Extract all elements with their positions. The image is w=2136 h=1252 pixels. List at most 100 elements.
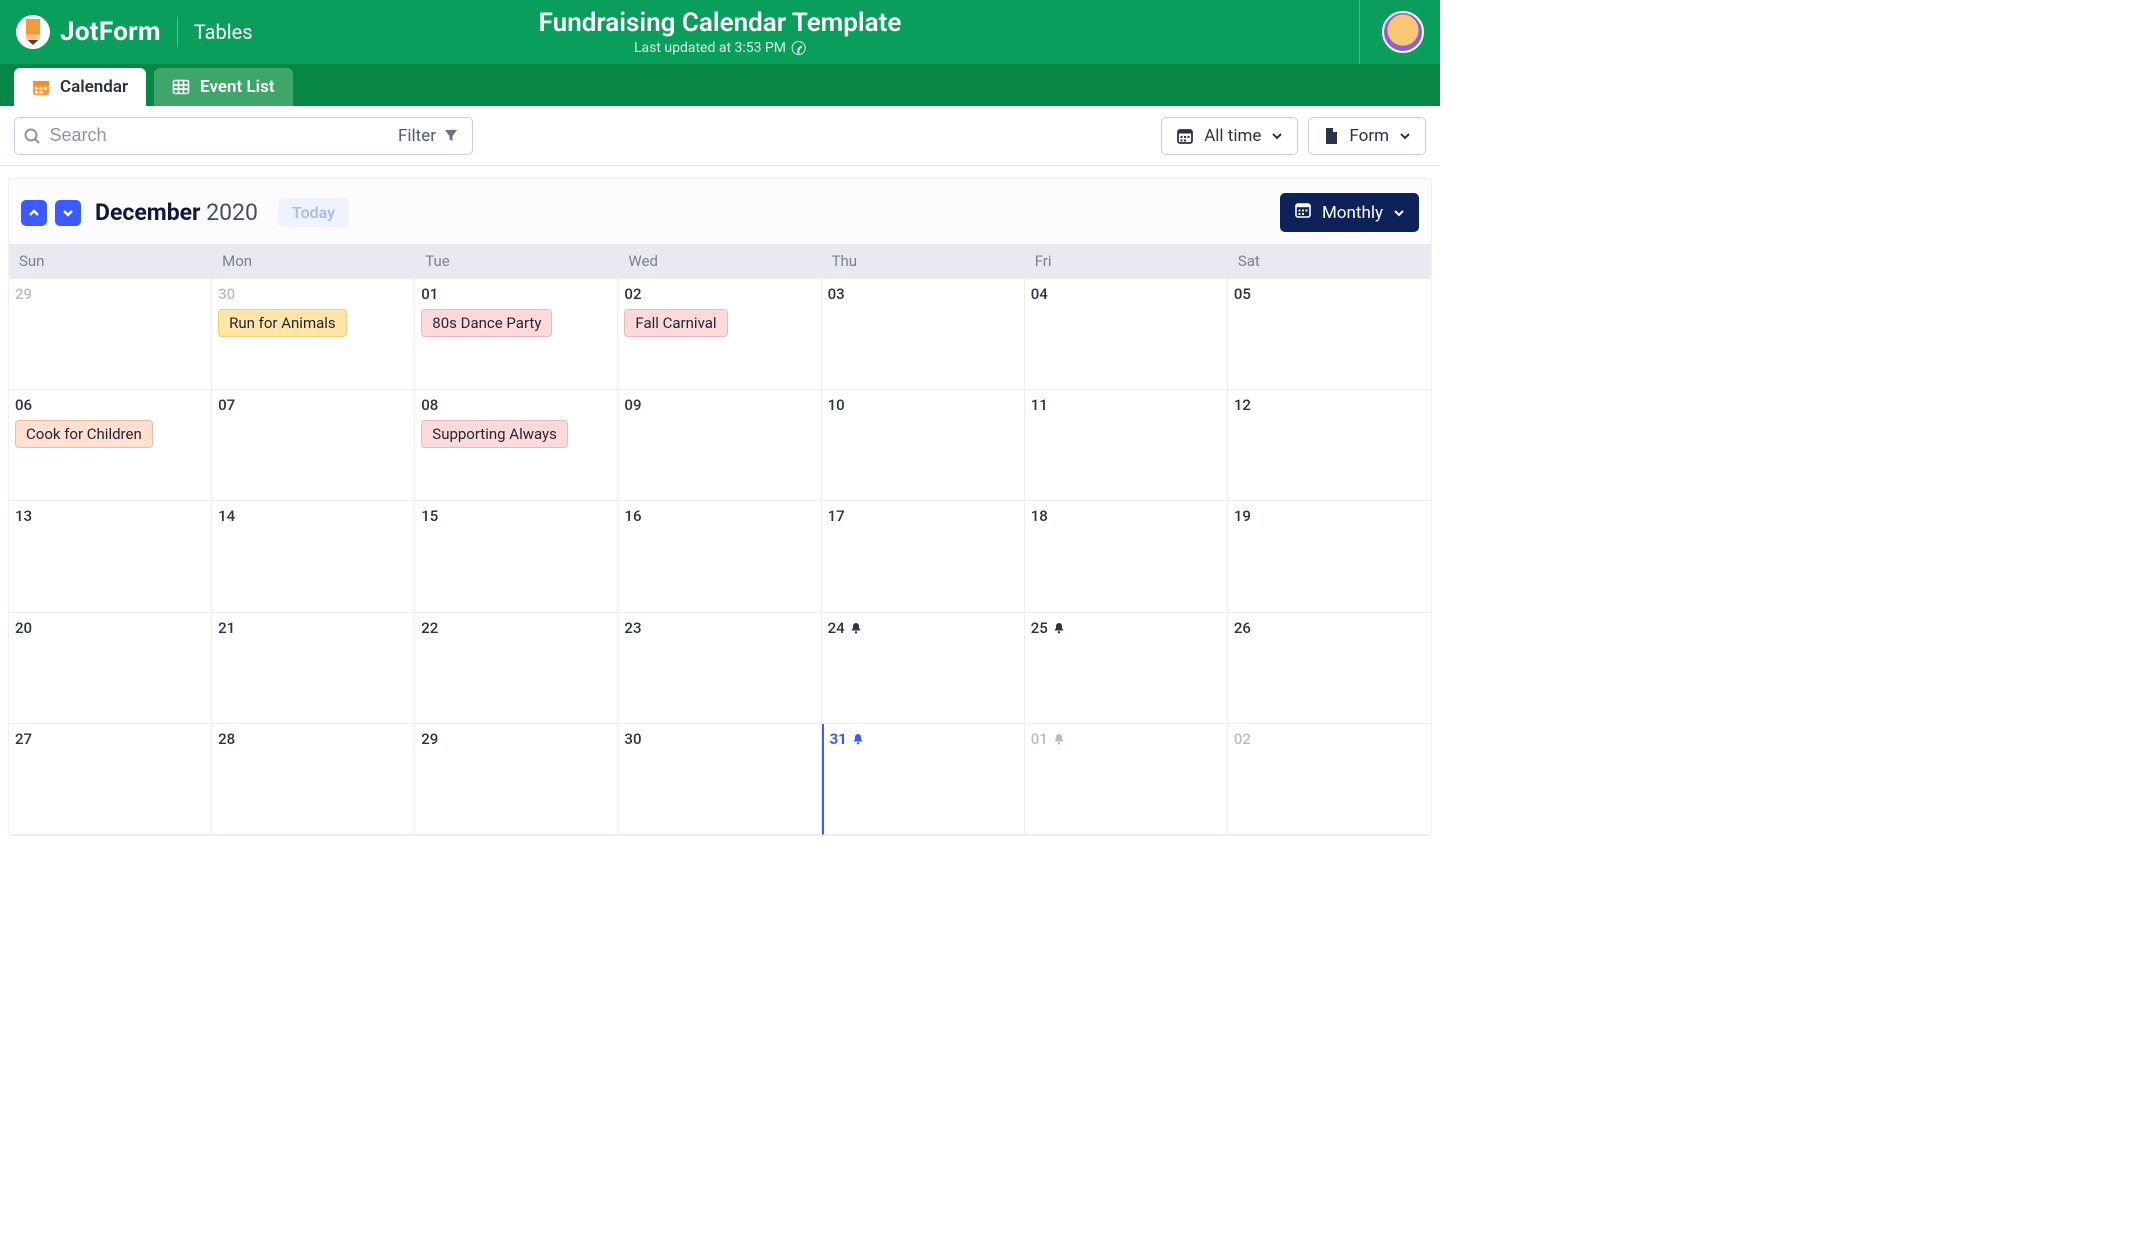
bell-icon: [1053, 622, 1065, 634]
day-number: 01: [421, 285, 611, 303]
day-number: 15: [421, 507, 611, 525]
day-number: 24: [828, 619, 1018, 637]
calendar-cell[interactable]: 30Run for Animals: [212, 279, 415, 390]
day-number: 18: [1031, 507, 1221, 525]
next-month-button[interactable]: [55, 200, 81, 226]
calendar-cell[interactable]: 24: [822, 613, 1025, 724]
divider: [1359, 0, 1360, 64]
calendar-event[interactable]: 80s Dance Party: [421, 309, 552, 337]
search-field[interactable]: [14, 117, 389, 155]
table-icon: [172, 78, 190, 96]
calendar-cell[interactable]: 03: [822, 279, 1025, 390]
day-number: 28: [218, 730, 408, 748]
tab-event-list[interactable]: Event List: [154, 68, 292, 106]
search-input[interactable]: [49, 118, 388, 154]
doc-title[interactable]: Fundraising Calendar Template: [539, 8, 902, 38]
calendar-cell[interactable]: 29: [415, 724, 618, 835]
calendar-cell[interactable]: 12: [1228, 390, 1431, 501]
day-number: 27: [15, 730, 205, 748]
tab-label: Calendar: [60, 77, 128, 97]
day-number: 04: [1031, 285, 1221, 303]
app-header: JotForm Tables Fundraising Calendar Temp…: [0, 0, 1440, 64]
calendar-cell[interactable]: 01: [1025, 724, 1228, 835]
calendar-cell[interactable]: 09: [618, 390, 821, 501]
day-number: 08: [421, 396, 611, 414]
calendar-cell[interactable]: 29: [9, 279, 212, 390]
prev-month-button[interactable]: [21, 200, 47, 226]
month-year-label: December 2020: [95, 199, 258, 226]
calendar-cell[interactable]: 21: [212, 613, 415, 724]
day-number: 29: [15, 285, 205, 303]
calendar-cell[interactable]: 28: [212, 724, 415, 835]
calendar-cell[interactable]: 27: [9, 724, 212, 835]
calendar-header: December 2020 Today Monthly: [9, 179, 1431, 244]
calendar-grid: 2930Run for Animals0180s Dance Party02Fa…: [9, 278, 1431, 835]
calendar-cell[interactable]: 16: [618, 501, 821, 612]
calendar-cell[interactable]: 02 Fall Carnival: [618, 279, 821, 390]
day-number: 09: [624, 396, 814, 414]
calendar-event[interactable]: Run for Animals: [218, 309, 347, 337]
chevron-down-icon: [1399, 130, 1411, 142]
calendar-cell[interactable]: 08 Supporting Always: [415, 390, 618, 501]
clock-icon: [792, 41, 806, 55]
day-number: 31: [830, 730, 1018, 748]
weekday: Wed: [618, 244, 821, 278]
date-range-label: All time: [1204, 126, 1261, 146]
day-number: 12: [1234, 396, 1425, 414]
view-mode-button[interactable]: Monthly: [1280, 193, 1419, 232]
calendar-cell[interactable]: 15: [415, 501, 618, 612]
calendar-cell[interactable]: 11: [1025, 390, 1228, 501]
calendar-cell[interactable]: 22: [415, 613, 618, 724]
calendar-cell[interactable]: 14: [212, 501, 415, 612]
calendar-cell[interactable]: 20: [9, 613, 212, 724]
brand[interactable]: JotForm: [16, 15, 161, 49]
calendar-cell[interactable]: 05: [1228, 279, 1431, 390]
today-button[interactable]: Today: [278, 198, 349, 227]
calendar-cell[interactable]: 17: [822, 501, 1025, 612]
form-button[interactable]: Form: [1308, 117, 1426, 155]
weekday: Mon: [212, 244, 415, 278]
filter-button[interactable]: Filter: [384, 117, 473, 155]
divider: [177, 17, 178, 47]
calendar-cell[interactable]: 13: [9, 501, 212, 612]
calendar-cell[interactable]: 10: [822, 390, 1025, 501]
calendar-cell[interactable]: 07: [212, 390, 415, 501]
calendar-cell[interactable]: 02: [1228, 724, 1431, 835]
calendar-cell[interactable]: 30: [618, 724, 821, 835]
calendar-cell[interactable]: 23: [618, 613, 821, 724]
bell-icon: [1053, 733, 1065, 745]
calendar-cell[interactable]: 26: [1228, 613, 1431, 724]
calendar-event[interactable]: Supporting Always: [421, 420, 568, 448]
last-updated: Last updated at 3:53 PM: [634, 40, 786, 56]
calendar-cell[interactable]: 06Cook for Children: [9, 390, 212, 501]
day-number: 19: [1234, 507, 1425, 525]
day-number: 25: [1031, 619, 1221, 637]
jotform-logo-icon: [16, 15, 50, 49]
calendar-cell[interactable]: 19: [1228, 501, 1431, 612]
calendar-event[interactable]: Cook for Children: [15, 420, 153, 448]
calendar-cell[interactable]: 25: [1025, 613, 1228, 724]
bell-icon: [850, 622, 862, 634]
day-number: 07: [218, 396, 408, 414]
tab-calendar[interactable]: Calendar: [14, 68, 146, 106]
calendar-cell[interactable]: 31: [822, 724, 1025, 835]
search-icon: [15, 127, 49, 145]
day-number: 30: [624, 730, 814, 748]
day-number: 23: [624, 619, 814, 637]
calendar-event[interactable]: Fall Carnival: [624, 309, 727, 337]
brand-sub: Tables: [194, 20, 253, 44]
calendar-cell[interactable]: 18: [1025, 501, 1228, 612]
weekday: Thu: [822, 244, 1025, 278]
avatar[interactable]: [1382, 11, 1424, 53]
view-tabs: Calendar Event List: [0, 64, 1440, 106]
day-number: 02: [624, 285, 814, 303]
view-mode-label: Monthly: [1322, 203, 1383, 223]
file-icon: [1323, 127, 1339, 145]
chevron-down-icon: [1393, 207, 1405, 219]
day-number: 14: [218, 507, 408, 525]
calendar-cell[interactable]: 04: [1025, 279, 1228, 390]
calendar-cell[interactable]: 01 80s Dance Party: [415, 279, 618, 390]
day-number: 16: [624, 507, 814, 525]
date-range-button[interactable]: All time: [1161, 117, 1298, 155]
day-number: 29: [421, 730, 611, 748]
